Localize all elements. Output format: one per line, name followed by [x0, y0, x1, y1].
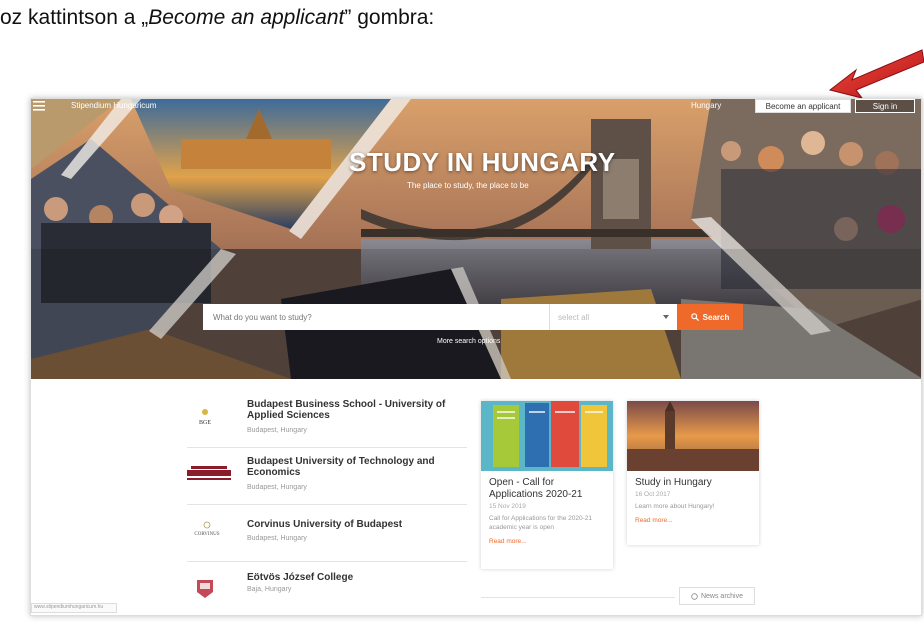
status-url: www.stipendiumhungaricum.hu	[31, 603, 117, 613]
list-item[interactable]: CORVINUS Corvinus University of Budapest…	[187, 505, 467, 562]
country-selector[interactable]: Hungary	[691, 101, 721, 110]
university-name: Eötvös József College	[247, 572, 354, 583]
category-select[interactable]: select all	[549, 304, 677, 330]
hero-collage	[31, 99, 921, 379]
news-card[interactable]: Open - Call for Applications 2020-21 15 …	[481, 401, 613, 569]
search-input[interactable]	[203, 304, 549, 330]
hero-title: STUDY IN HUNGARY	[349, 147, 616, 177]
news-card[interactable]: Study in Hungary 16 Oct 2017 Learn more …	[627, 401, 759, 545]
become-applicant-button[interactable]: Become an applicant	[755, 99, 851, 113]
university-location: Budapest, Hungary	[247, 535, 307, 542]
sign-in-button[interactable]: Sign in	[855, 99, 915, 113]
list-item[interactable]: BGE Budapest Business School - Universit…	[187, 391, 467, 448]
list-item[interactable]: Eötvös József College Baja, Hungary	[187, 562, 467, 615]
svg-text:CORVINUS: CORVINUS	[194, 532, 219, 537]
more-search-options-link[interactable]: More search options	[437, 338, 500, 345]
university-logo	[187, 464, 231, 484]
search-icon	[690, 313, 699, 321]
divider	[481, 597, 675, 598]
clock-icon	[691, 592, 698, 600]
hero-subtitle: The place to study, the place to be	[407, 181, 529, 190]
caption-prefix: oz kattintson a „	[0, 6, 149, 29]
news-card-date: 15 Nov 2019	[489, 503, 526, 510]
university-name: Budapest University of Technology and Ec…	[247, 456, 435, 478]
search-button-label: Search	[702, 312, 730, 322]
news-card-title: Open - Call for Applications 2020-21	[489, 477, 583, 500]
university-name: Corvinus University of Budapest	[247, 519, 403, 530]
university-location: Budapest, Hungary	[247, 427, 307, 434]
news-archive-label: News archive	[700, 592, 743, 600]
news-card-date: 16 Oct 2017	[635, 491, 671, 498]
university-list: BGE Budapest Business School - Universit…	[187, 391, 467, 615]
university-logo: CORVINUS	[187, 521, 223, 541]
news-card-description: Call for Applications for the 2020-21 ac…	[489, 515, 592, 531]
hamburger-menu-icon[interactable]	[33, 101, 45, 111]
news-card-read-more-link[interactable]: Read more...	[627, 511, 759, 524]
site-brand[interactable]: Stipendium Hungaricum	[71, 101, 156, 110]
university-location: Budapest, Hungary	[247, 484, 307, 491]
caption-suffix: ” gombra:	[344, 6, 435, 29]
chevron-down-icon	[663, 315, 669, 319]
news-card-description: Learn more about Hungary!	[635, 503, 715, 510]
list-item[interactable]: Budapest University of Technology and Ec…	[187, 448, 467, 505]
news-card-image	[627, 401, 759, 471]
caption-emphasis: Become an applicant	[148, 6, 345, 29]
search-bar: select all Search	[203, 304, 743, 330]
pointer-arrow-icon	[828, 49, 924, 99]
news-card-read-more-link[interactable]: Read more...	[481, 532, 613, 545]
browser-screenshot: Stipendium Hungaricum Hungary Become an …	[30, 98, 922, 616]
university-name: Budapest Business School - University of…	[247, 399, 446, 421]
instruction-caption: oz kattintson a „Become an applicant” go…	[0, 6, 434, 30]
hero-banner: Stipendium Hungaricum Hungary Become an …	[31, 99, 921, 379]
category-select-value: select all	[558, 312, 590, 322]
news-card-image	[481, 401, 613, 471]
university-logo	[187, 578, 223, 598]
university-logo: BGE	[187, 407, 223, 427]
news-archive-button[interactable]: News archive	[679, 587, 755, 605]
university-location: Baja, Hungary	[247, 586, 292, 593]
search-button[interactable]: Search	[677, 304, 743, 330]
news-card-title: Study in Hungary	[635, 477, 712, 488]
svg-text:BGE: BGE	[199, 420, 211, 426]
